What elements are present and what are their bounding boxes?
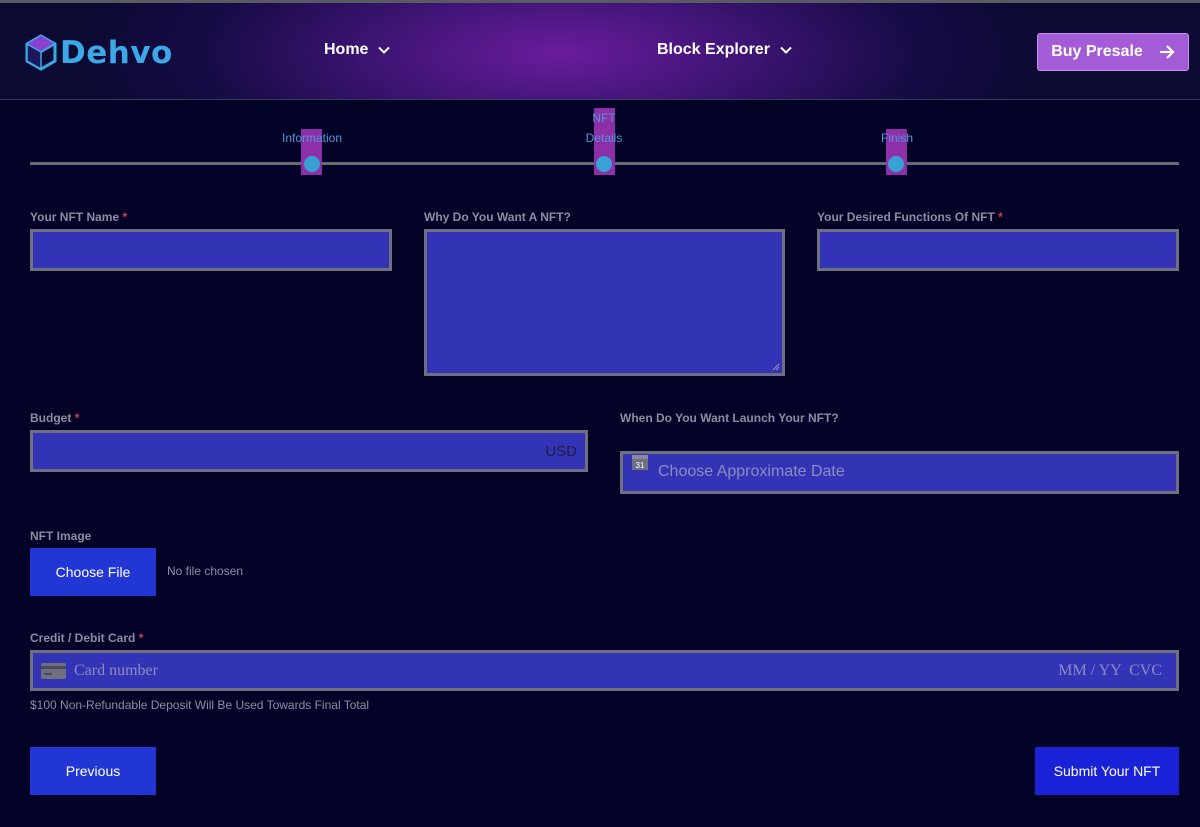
budget-currency-suffix: USD (545, 443, 577, 460)
resize-handle-icon[interactable] (772, 363, 780, 371)
deposit-note: $100 Non-Refundable Deposit Will Be Used… (30, 698, 370, 712)
step-finish-dot[interactable] (888, 156, 904, 172)
brand-name: Dehvo (60, 35, 173, 71)
nav-block-explorer-label: Block Explorer (657, 41, 770, 58)
site-header: Dehvo Home Block Explorer Buy Presale (0, 3, 1200, 100)
nav-home-label: Home (324, 41, 369, 58)
budget-label: Budget * (30, 411, 79, 425)
choose-file-button[interactable]: Choose File (30, 548, 156, 596)
card-label-text: Credit / Debit Card (30, 631, 136, 645)
calendar-day-number: 31 (636, 461, 645, 470)
calendar-icon: 31 (632, 455, 648, 470)
arrow-right-icon (1159, 45, 1175, 59)
hexagon-cube-icon (25, 34, 57, 71)
nav-block-explorer[interactable]: Block Explorer (657, 41, 792, 59)
launch-date-input[interactable]: 31 Choose Approximate Date (620, 451, 1179, 494)
previous-button[interactable]: Previous (30, 747, 156, 795)
required-mark: * (74, 411, 80, 425)
step-finish-label[interactable]: Finish (857, 128, 937, 148)
chevron-down-icon (378, 46, 391, 54)
chevron-down-icon (780, 46, 792, 54)
step-nft-details-label[interactable]: NFT Details (574, 108, 634, 148)
card-expiry-cvc-placeholder: MM / YY CVC (1058, 662, 1162, 679)
required-mark: * (998, 210, 1003, 224)
credit-card-icon (41, 663, 66, 679)
required-mark: * (122, 210, 128, 224)
launch-date-label: When Do You Want Launch Your NFT? (620, 411, 839, 425)
nft-name-label-text: Your NFT Name (30, 210, 120, 224)
nft-name-label: Your NFT Name * (30, 210, 127, 224)
buy-presale-label: Buy Presale (1051, 43, 1143, 60)
functions-label: Your Desired Functions Of NFT * (817, 210, 1003, 224)
step-information-label[interactable]: Information (262, 128, 362, 148)
submit-nft-button[interactable]: Submit Your NFT (1035, 747, 1179, 795)
functions-label-text: Your Desired Functions Of NFT (817, 210, 995, 224)
brand-logo[interactable]: Dehvo (24, 33, 173, 73)
why-nft-textarea[interactable] (424, 229, 785, 376)
card-number-placeholder: Card number (74, 662, 158, 679)
no-file-chosen-text: No file chosen (167, 564, 244, 578)
budget-input[interactable]: USD (30, 430, 588, 472)
card-label: Credit / Debit Card * (30, 631, 143, 645)
card-input[interactable]: Card number MM / YY CVC (30, 650, 1179, 691)
why-nft-label: Why Do You Want A NFT? (424, 210, 571, 224)
budget-label-text: Budget (30, 411, 72, 425)
step-information-dot[interactable] (304, 156, 320, 172)
step-nft-details-dot[interactable] (596, 156, 612, 172)
buy-presale-button[interactable]: Buy Presale (1037, 33, 1189, 71)
nft-name-input[interactable] (30, 229, 392, 271)
required-mark: * (138, 631, 144, 645)
nft-image-label: NFT Image (30, 529, 92, 543)
date-placeholder: Choose Approximate Date (658, 463, 845, 480)
nav-home[interactable]: Home (324, 41, 391, 59)
functions-input[interactable] (817, 229, 1179, 271)
